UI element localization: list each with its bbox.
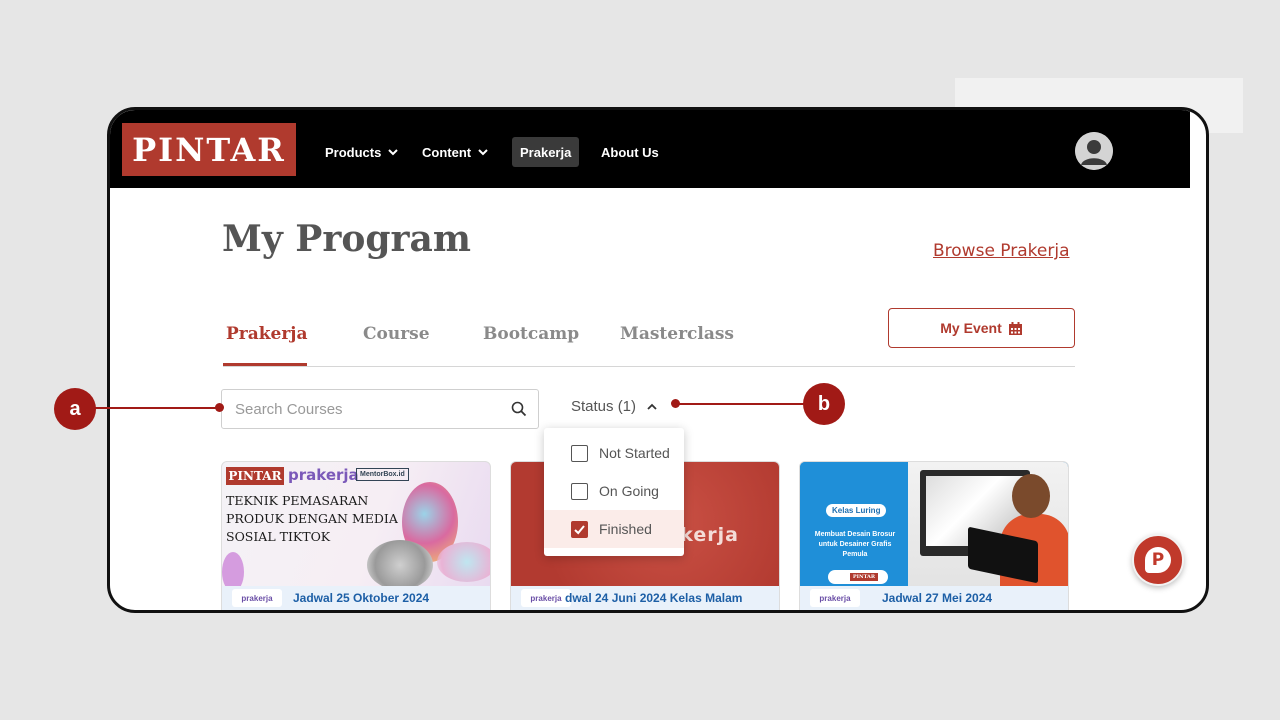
card-footer: prakerja Jadwal 27 Mei 2024 bbox=[800, 586, 1068, 610]
card-banner-left: Kelas Luring Membuat Desain Brosur untuk… bbox=[800, 462, 908, 588]
my-event-label: My Event bbox=[940, 320, 1002, 336]
tab-prakerja[interactable]: Prakerja bbox=[226, 324, 307, 344]
chevron-down-icon bbox=[478, 149, 488, 156]
search-box bbox=[221, 389, 539, 429]
status-filter-label: Status (1) bbox=[571, 398, 637, 415]
status-option-not-started[interactable]: Not Started bbox=[544, 434, 684, 472]
card-footer-logo: prakerja bbox=[810, 589, 860, 607]
card-title: Membuat Desain Brosur untuk Desainer Gra… bbox=[814, 531, 896, 558]
option-label: Finished bbox=[599, 521, 652, 537]
nav-prakerja-label: Prakerja bbox=[520, 144, 572, 160]
tab-course[interactable]: Course bbox=[363, 324, 430, 344]
pintar-logo[interactable]: PINTAR bbox=[122, 123, 296, 176]
card-pill: PINTAR bbox=[828, 570, 888, 584]
checkmark-icon bbox=[574, 524, 585, 534]
tab-masterclass[interactable]: Masterclass bbox=[620, 324, 734, 344]
annotation-b-badge: b bbox=[803, 383, 845, 425]
annotation-b-line bbox=[676, 403, 806, 405]
search-icon[interactable] bbox=[511, 401, 527, 417]
user-silhouette-icon bbox=[1075, 132, 1113, 170]
nav-about-us[interactable]: About Us bbox=[601, 137, 659, 167]
checkbox-on-going[interactable] bbox=[571, 482, 588, 500]
card-badge: Kelas Luring bbox=[826, 504, 887, 517]
card-schedule: dwal 24 Juni 2024 Kelas Malam bbox=[565, 591, 743, 605]
annotation-a-line bbox=[95, 407, 220, 409]
nav-products[interactable]: Products bbox=[325, 137, 399, 167]
chevron-up-icon bbox=[647, 403, 657, 410]
card-schedule: Jadwal 27 Mei 2024 bbox=[882, 591, 993, 605]
annotation-a-badge: a bbox=[54, 388, 96, 430]
annotation-a-dot bbox=[215, 403, 224, 412]
status-option-finished[interactable]: Finished bbox=[544, 510, 684, 548]
card-pintar-logo: PINTAR bbox=[226, 467, 284, 485]
search-input[interactable] bbox=[222, 390, 502, 428]
calendar-icon bbox=[1008, 321, 1022, 335]
screen-frame: PINTAR Products Content Prakerja About U… bbox=[107, 107, 1209, 613]
checkbox-finished[interactable] bbox=[571, 520, 588, 538]
person-image bbox=[1012, 474, 1050, 518]
nav-content-label: Content bbox=[422, 144, 472, 160]
status-dropdown: Not Started On Going Finished bbox=[544, 428, 684, 556]
card-schedule: Jadwal 25 Oktober 2024 bbox=[293, 591, 430, 605]
card-footer: prakerja dwal 24 Juni 2024 Kelas Malam bbox=[511, 586, 779, 610]
card-footer-logo: prakerja bbox=[232, 589, 282, 607]
card-title: TEKNIK PEMASARAN PRODUK DENGAN MEDIA SOS… bbox=[226, 493, 398, 544]
top-navbar: PINTAR Products Content Prakerja About U… bbox=[110, 110, 1190, 188]
card-pill-logo: PINTAR bbox=[850, 573, 878, 581]
status-option-on-going[interactable]: On Going bbox=[544, 472, 684, 510]
annotation-b-dot bbox=[671, 399, 680, 408]
card-footer-logo: prakerja bbox=[521, 589, 571, 607]
course-card[interactable]: PINTAR prakerja MentorBox.id TEKNIK PEMA… bbox=[221, 461, 491, 610]
chat-p-icon: P bbox=[1145, 547, 1171, 573]
tabs-divider bbox=[223, 366, 1075, 367]
card-photo bbox=[908, 462, 1068, 588]
page-title: My Program bbox=[222, 218, 471, 260]
tab-bootcamp[interactable]: Bootcamp bbox=[483, 324, 579, 344]
nav-about-label: About Us bbox=[601, 144, 659, 160]
option-label: Not Started bbox=[599, 445, 670, 461]
nav-prakerja[interactable]: Prakerja bbox=[512, 137, 580, 167]
card-mentorbox-logo: MentorBox.id bbox=[356, 468, 409, 481]
chevron-down-icon bbox=[388, 149, 399, 156]
status-filter-toggle[interactable]: Status (1) bbox=[571, 398, 658, 415]
option-label: On Going bbox=[599, 483, 659, 499]
my-event-button[interactable]: My Event bbox=[888, 308, 1075, 348]
browse-prakerja-link[interactable]: Browse Prakerja bbox=[933, 241, 1070, 261]
chat-button[interactable]: P bbox=[1132, 534, 1184, 586]
nav-products-label: Products bbox=[325, 144, 382, 160]
card-prakerja-logo: prakerja bbox=[288, 466, 359, 484]
nav-content[interactable]: Content bbox=[422, 137, 489, 167]
user-avatar-icon[interactable] bbox=[1075, 132, 1113, 170]
card-illustration bbox=[437, 542, 490, 582]
card-footer: prakerja Jadwal 25 Oktober 2024 bbox=[222, 586, 490, 610]
course-card[interactable]: Kelas Luring Membuat Desain Brosur untuk… bbox=[799, 461, 1069, 610]
card-illustration bbox=[367, 540, 433, 590]
checkbox-not-started[interactable] bbox=[571, 444, 588, 462]
